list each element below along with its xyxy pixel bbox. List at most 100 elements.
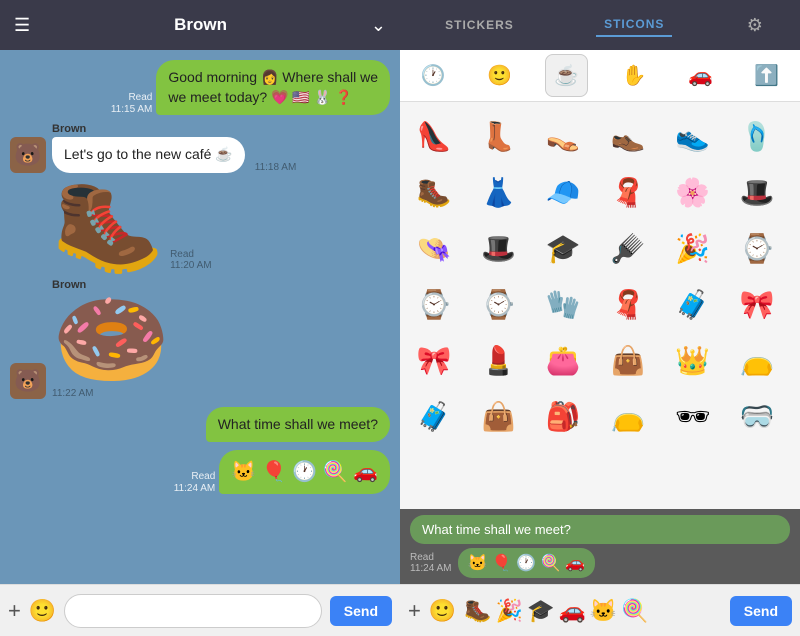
message-bubble: 🐱 🎈 🕐 🍭 🚗 (219, 450, 390, 494)
emoji-icon[interactable]: 🙂 (429, 598, 456, 624)
sticker-grid: 👠 👢 👡 👞 👟 🩴 🥾 👗 🧢 🧣 🌸 🎩 👒 🎩 🎓 🪮 🎉 ⌚ (408, 110, 792, 442)
sticker-item[interactable]: 🧳 (667, 278, 719, 330)
sticker-preview-bar: What time shall we meet? Read11:24 AM 🐱 … (400, 509, 800, 584)
recent-sticker[interactable]: 🚗 (558, 598, 585, 624)
sticker-item[interactable]: 👞 (602, 110, 654, 162)
sticker-item[interactable]: 👝 (731, 334, 783, 386)
sticker-item[interactable]: 💄 (473, 334, 525, 386)
send-button[interactable]: Send (330, 596, 392, 626)
chevron-down-icon[interactable]: ⌄ (371, 15, 386, 36)
chat-messages: Read 11:15 AM Good morning 👩 Where shall… (0, 50, 400, 584)
menu-icon[interactable]: ☰ (14, 15, 30, 36)
category-cup[interactable]: ☕ (545, 54, 588, 97)
sticker-wrapper: Brown 🍩 11:22 AM (52, 279, 170, 399)
sticker-item[interactable]: 🎉 (667, 222, 719, 274)
chat-input[interactable] (64, 594, 322, 628)
sticker-item[interactable]: 🎀 (731, 278, 783, 330)
sticker-item[interactable]: 🧣 (602, 278, 654, 330)
sticker-item[interactable]: 👗 (473, 166, 525, 218)
bubble-wrapper: Good morning 👩 Where shall wewe meet tod… (156, 60, 390, 115)
category-clock[interactable]: 🕐 (413, 55, 454, 96)
sticker-item[interactable]: 🌸 (667, 166, 719, 218)
recent-sticker[interactable]: 🎓 (527, 598, 554, 624)
avatar: 🐻 (10, 363, 46, 399)
sender-name: Brown (52, 123, 245, 135)
recent-sticker[interactable]: 🥾 (464, 598, 491, 624)
sticker-item[interactable]: ⌚ (408, 278, 460, 330)
sticker-item[interactable]: 🎒 (537, 390, 589, 442)
tab-stickers[interactable]: STICKERS (437, 14, 522, 36)
sticker-item[interactable]: 🪮 (602, 222, 654, 274)
time-label: 11:18 AM (255, 162, 297, 173)
read-label: Read (128, 92, 152, 103)
category-hand[interactable]: ✋ (614, 55, 655, 96)
avatar: 🐻 (10, 137, 46, 173)
sticker-item[interactable]: 🧤 (537, 278, 589, 330)
tab-sticons[interactable]: STICONS (596, 13, 672, 37)
sticker: 🥾 (52, 181, 164, 271)
time-label: 11:22 AM (52, 388, 170, 399)
chat-header: ☰ Brown ⌄ (0, 0, 400, 50)
sticker-category-bar: 🕐 🙂 ☕ ✋ 🚗 ⬆️ (400, 50, 800, 102)
chat-title: Brown (174, 15, 227, 35)
message-row: 🐻 Brown Let's go to the new café ☕ 11:18… (10, 123, 390, 173)
sticker-item[interactable]: 👜 (473, 390, 525, 442)
sticker-item[interactable]: 🎀 (408, 334, 460, 386)
sticker: 🍩 (52, 293, 170, 388)
plus-icon[interactable]: + (408, 598, 421, 624)
message-bubble: Good morning 👩 Where shall wewe meet tod… (156, 60, 390, 115)
sticker-item[interactable]: 👢 (473, 110, 525, 162)
gear-icon[interactable]: ⚙ (747, 15, 763, 36)
sticker-tabs: STICKERS STICONS ⚙ (400, 0, 800, 50)
sticker-item[interactable]: 🧣 (602, 166, 654, 218)
sticker-item[interactable]: 🥾 (408, 166, 460, 218)
sticker-item[interactable]: 👑 (667, 334, 719, 386)
sticker-item[interactable]: 👟 (667, 110, 719, 162)
sticker-message: 🥾 Read 11:20 AM (52, 181, 212, 271)
emoji-icon[interactable]: 🙂 (29, 598, 56, 624)
bubble-wrapper: Brown Let's go to the new café ☕ (52, 123, 245, 173)
category-car[interactable]: 🚗 (680, 55, 721, 96)
message-row: Read 11:15 AM Good morning 👩 Where shall… (10, 60, 390, 115)
preview-bubble: What time shall we meet? (410, 515, 790, 544)
time-label: 11:20 AM (170, 260, 212, 271)
sticker-item[interactable]: 👛 (537, 334, 589, 386)
sticker-item[interactable]: 🧳 (408, 390, 460, 442)
message-row: 🐻 Brown 🍩 11:22 AM (10, 279, 390, 399)
sticker-item[interactable]: 🎓 (537, 222, 589, 274)
plus-icon[interactable]: + (8, 598, 21, 624)
message-bubble: What time shall we meet? (206, 407, 390, 443)
send-button[interactable]: Send (730, 596, 792, 626)
sticker-item[interactable]: 🥽 (731, 390, 783, 442)
sticker-panel: STICKERS STICONS ⚙ 🕐 🙂 ☕ ✋ 🚗 ⬆️ 👠 👢 👡 👞 … (400, 0, 800, 636)
app-container: ☰ Brown ⌄ Read 11:15 AM Good morning 👩 W… (0, 0, 800, 636)
sticker-item[interactable]: 🎩 (473, 222, 525, 274)
sticker-item[interactable]: 👒 (408, 222, 460, 274)
sticker-item[interactable]: 🕶 (667, 390, 719, 442)
sticker-item[interactable]: 👝 (602, 390, 654, 442)
sticker-item[interactable]: 🎩 (731, 166, 783, 218)
sticker-grid-area: 👠 👢 👡 👞 👟 🩴 🥾 👗 🧢 🧣 🌸 🎩 👒 🎩 🎓 🪮 🎉 ⌚ (400, 102, 800, 509)
message-bubble: Let's go to the new café ☕ (52, 137, 245, 173)
sticker-item[interactable]: ⌚ (731, 222, 783, 274)
read-label: Read (191, 471, 215, 482)
read-label: Read (170, 249, 212, 260)
message-row: 🐻 🥾 Read 11:20 AM (10, 181, 390, 271)
time-label: 11:24 AM (174, 483, 216, 494)
message-row: What time shall we meet? (10, 407, 390, 443)
category-upload[interactable]: ⬆️ (746, 55, 787, 96)
recent-sticker[interactable]: 🐱 (590, 598, 617, 624)
recent-sticker[interactable]: 🎉 (496, 598, 523, 624)
sticker-item[interactable]: ⌚ (473, 278, 525, 330)
bubble-wrapper: What time shall we meet? (206, 407, 390, 443)
preview-emoji-row: Read11:24 AM 🐱 🎈 🕐 🍭 🚗 (410, 548, 790, 578)
category-face[interactable]: 🙂 (479, 55, 520, 96)
read-time-wrap: Read 11:24 AM (174, 471, 216, 494)
sticker-item[interactable]: 👠 (408, 110, 460, 162)
sticker-item[interactable]: 🧢 (537, 166, 589, 218)
sticker-item[interactable]: 🩴 (731, 110, 783, 162)
recent-sticker[interactable]: 🍭 (621, 598, 648, 624)
sticker-item[interactable]: 👡 (537, 110, 589, 162)
chat-panel: ☰ Brown ⌄ Read 11:15 AM Good morning 👩 W… (0, 0, 400, 636)
sticker-item[interactable]: 👜 (602, 334, 654, 386)
